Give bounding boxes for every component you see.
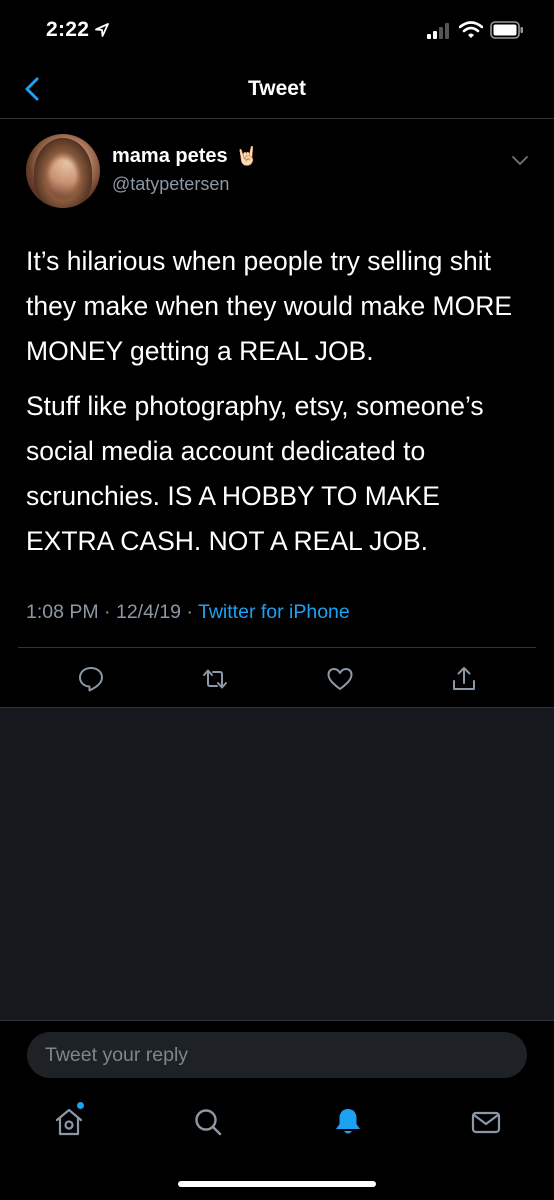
messages-icon[interactable] [470,1106,502,1138]
reply-icon[interactable] [77,665,105,693]
tweet-detail: mama petes 🤘🏻 @tatypetersen It’s hilario… [0,119,554,708]
retweet-icon[interactable] [201,665,229,693]
tweet-paragraph: Stuff like photography, etsy, someone’s … [26,391,484,556]
search-icon[interactable] [192,1106,224,1138]
like-icon[interactable] [326,665,354,693]
cellular-signal-icon [427,23,449,39]
nav-bar: Tweet [0,62,554,119]
reply-input[interactable] [27,1032,527,1078]
location-arrow-icon [95,23,109,37]
avatar-hair-shape [34,138,92,208]
tweet-time: 1:08 PM [26,601,99,623]
home-notification-dot [77,1102,84,1109]
meta-separator: · [181,601,199,623]
notifications-icon[interactable] [332,1106,364,1138]
user-name-row: mama petes 🤘🏻 [112,145,258,168]
tweet-text: It’s hilarious when people try selling s… [26,239,531,574]
home-icon[interactable] [53,1106,85,1138]
avatar[interactable] [26,134,100,208]
divider [18,647,536,648]
chevron-down-icon[interactable] [510,153,530,167]
tweet-paragraph: It’s hilarious when people try selling s… [26,246,513,366]
tweet-date: 12/4/19 [115,601,182,623]
battery-icon [490,21,523,39]
tweet-source-link[interactable]: Twitter for iPhone [198,601,350,623]
meta-separator: · [98,601,116,623]
replies-area [0,708,554,1020]
page-title: Tweet [248,77,306,100]
status-bar: 2:22 [0,0,554,62]
status-time: 2:22 [46,18,90,41]
display-name[interactable]: mama petes [112,145,228,168]
user-handle[interactable]: @tatypetersen [112,174,229,195]
share-icon[interactable] [450,665,478,693]
home-indicator[interactable] [178,1181,376,1187]
tweet-meta: 1:08 PM · 12/4/19 · Twitter for iPhone [26,601,350,624]
rock-hand-emoji: 🤘🏻 [235,146,259,166]
wifi-icon [459,21,483,38]
reply-bar [0,1020,554,1091]
